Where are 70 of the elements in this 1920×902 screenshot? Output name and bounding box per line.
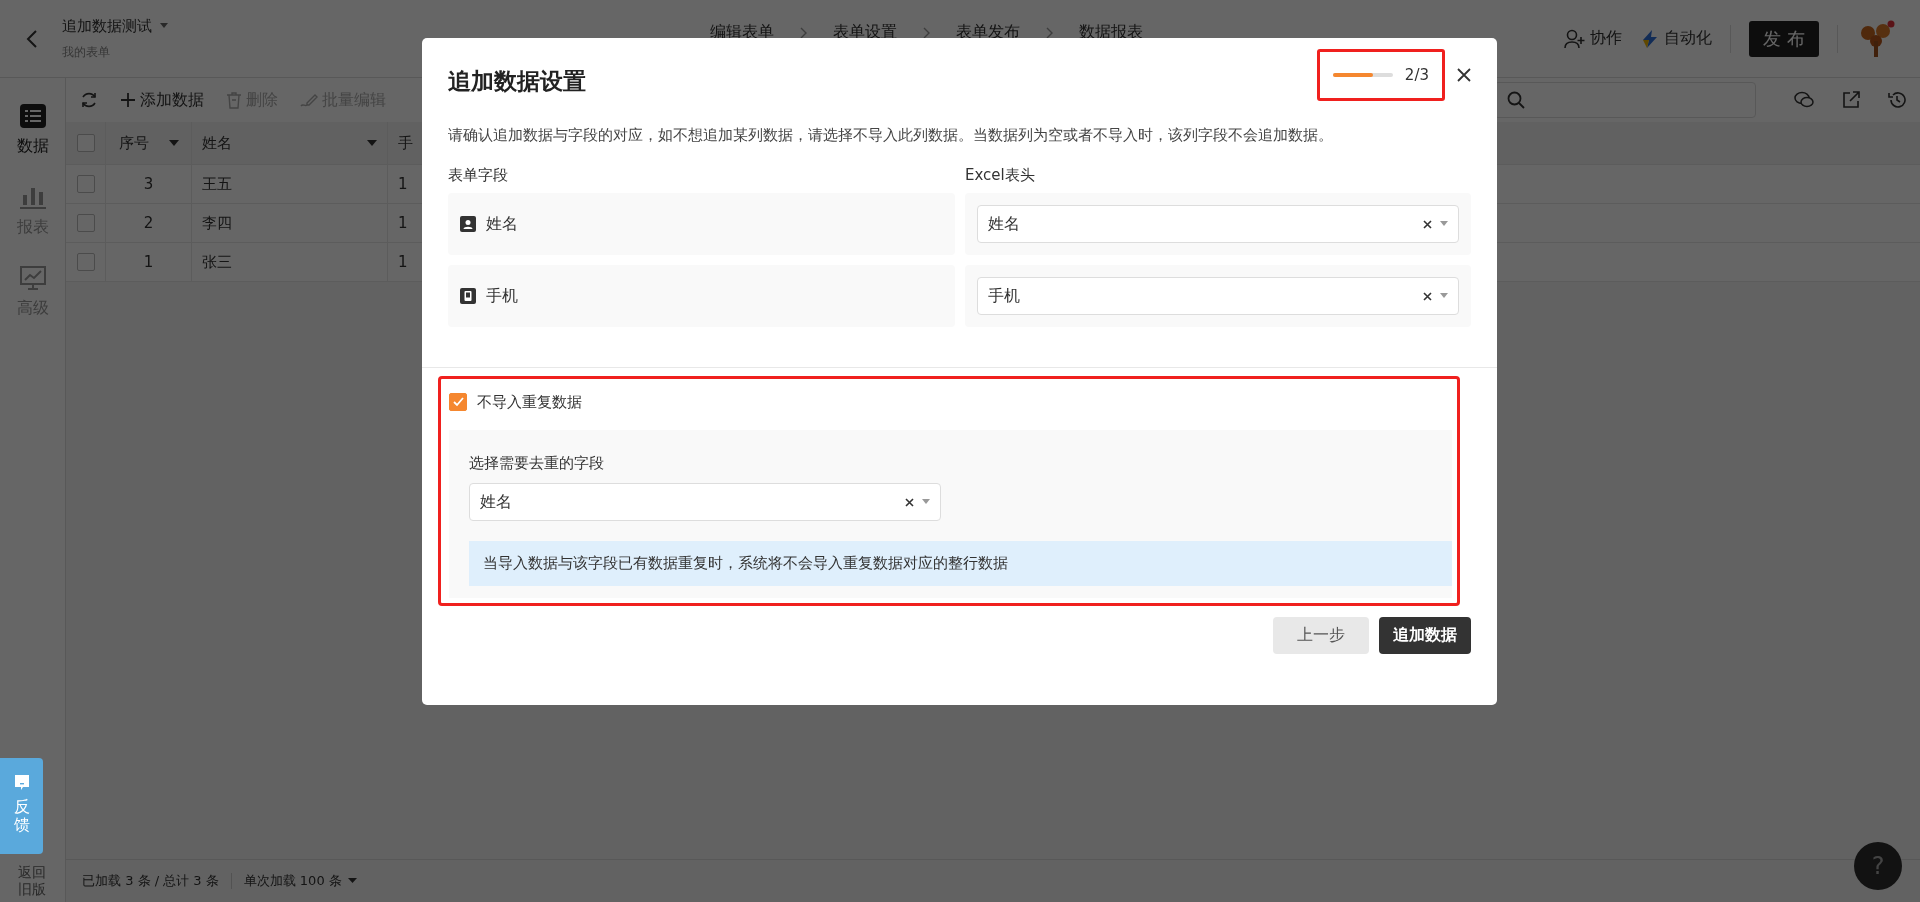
table-cell: 张三	[192, 243, 388, 281]
step-count: 2/3	[1404, 66, 1429, 84]
help-button[interactable]: ?	[1854, 842, 1902, 890]
caret-icon[interactable]	[160, 23, 168, 29]
table-cell: 1	[106, 243, 192, 281]
row-checkbox[interactable]	[76, 253, 95, 271]
header-action[interactable]: 协作	[1564, 28, 1622, 49]
dialog-description: 请确认追加数据与字段的对应，如不想追加某列数据，请选择不导入此列数据。当数据列为空或者不导入时，该列字段不会追加数据。	[448, 125, 1334, 146]
close-icon[interactable]	[1457, 68, 1471, 82]
clear-icon[interactable]	[905, 497, 914, 507]
row-checkbox[interactable]	[76, 214, 95, 232]
loaded-count: 已加载 3 条 / 总计 3 条	[82, 872, 219, 890]
refresh-icon[interactable]	[80, 91, 98, 109]
add-user-icon	[1564, 28, 1586, 49]
history-icon[interactable]	[1888, 91, 1906, 109]
sidebar-item[interactable]: 数据	[16, 104, 49, 157]
table-cell: 王五	[192, 165, 388, 203]
chevron-icon	[1045, 26, 1053, 39]
chat-icon[interactable]	[1794, 91, 1814, 109]
page-size-select[interactable]: 单次加载 100 条	[243, 872, 357, 890]
share-icon[interactable]	[1842, 91, 1860, 109]
caret-icon	[922, 499, 930, 505]
contact-card-icon	[460, 216, 476, 232]
table-cell: 3	[106, 165, 192, 203]
monitor-chart-icon	[19, 266, 46, 290]
select-field[interactable]: 手机	[977, 277, 1459, 315]
caret-icon	[1440, 221, 1448, 227]
speech-bubble-icon	[13, 774, 30, 792]
plus-icon	[120, 92, 136, 108]
clear-icon[interactable]	[1423, 219, 1432, 229]
form-title[interactable]: 追加数据测试	[62, 16, 152, 36]
column-header[interactable]: 序号	[106, 122, 192, 164]
lightning-icon	[1640, 28, 1660, 49]
publish-button[interactable]: 发布	[1749, 20, 1819, 57]
table-cell: 2	[106, 204, 192, 242]
feedback-tab[interactable]: 反馈	[0, 758, 43, 854]
column-label: Excel表头	[965, 166, 1036, 185]
caret-icon	[347, 878, 357, 884]
caret-icon	[1440, 293, 1448, 299]
caret-icon[interactable]	[367, 139, 377, 147]
chevron-icon	[922, 26, 930, 39]
header-action[interactable]: 自动化	[1640, 28, 1712, 49]
field-label: 选择需要去重的字段	[469, 454, 605, 473]
phone-icon	[460, 288, 476, 304]
list-icon	[19, 104, 46, 128]
dedupe-checkbox[interactable]: 不导入重复数据	[449, 386, 1452, 418]
back-icon[interactable]	[26, 28, 38, 49]
check-icon	[452, 397, 464, 407]
column-header[interactable]: 姓名	[192, 122, 388, 164]
chevron-icon	[799, 26, 807, 39]
info-notice: 当导入数据与该字段已有数据重复时，系统将不会导入重复数据对应的整行数据	[469, 541, 1452, 586]
checkbox[interactable]	[449, 393, 467, 411]
toolbar-button[interactable]: 添加数据	[120, 89, 204, 111]
caret-icon[interactable]	[168, 139, 179, 147]
clear-icon[interactable]	[1423, 291, 1432, 301]
trash-icon	[226, 91, 242, 109]
row-checkbox[interactable]	[76, 175, 95, 193]
bar-chart-icon	[19, 185, 46, 209]
dialog-title: 追加数据设置	[448, 66, 586, 96]
select-field[interactable]: 姓名	[469, 483, 941, 521]
table-cell: 李四	[192, 204, 388, 242]
select-all-checkbox[interactable]	[76, 134, 95, 152]
form-field: 手机	[448, 265, 955, 327]
pen-icon	[300, 92, 318, 108]
form-field: 姓名	[448, 193, 955, 255]
column-label: 表单字段	[448, 166, 509, 185]
search-icon	[1507, 91, 1525, 109]
select-field[interactable]: 姓名	[977, 205, 1459, 243]
submit-button[interactable]: 追加数据	[1379, 617, 1471, 654]
back-button[interactable]: 上一步	[1273, 617, 1369, 654]
